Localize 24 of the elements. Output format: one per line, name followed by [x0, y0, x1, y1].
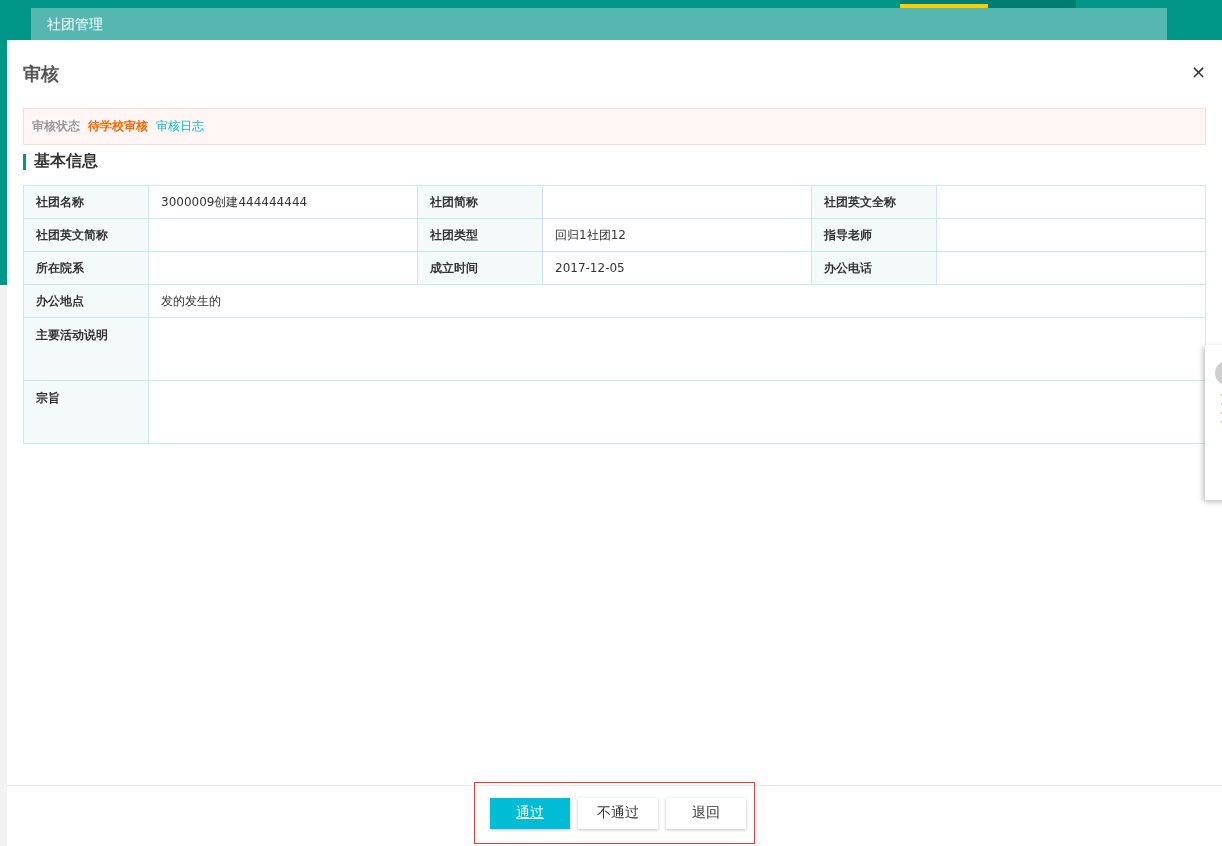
- field-label: 宗旨: [24, 381, 149, 444]
- field-value: 3000009创建444444444: [149, 186, 418, 219]
- field-label: 主要活动说明: [24, 318, 149, 381]
- status-label: 审核状态: [32, 118, 80, 135]
- section-title: 基本信息: [34, 151, 98, 172]
- field-label: 社团英文全称: [812, 186, 937, 219]
- field-value: 回归1社团12: [543, 219, 812, 252]
- field-value: 发的发生的: [149, 285, 1206, 318]
- field-label: 所在院系: [24, 252, 149, 285]
- field-label: 社团名称: [24, 186, 149, 219]
- field-label: 指导老师: [812, 219, 937, 252]
- dialog-title: 审核: [23, 62, 59, 86]
- field-label: 办公电话: [812, 252, 937, 285]
- field-label: 社团英文简称: [24, 219, 149, 252]
- field-label: 成立时间: [418, 252, 543, 285]
- section-marker: [23, 153, 26, 170]
- status-value: 待学校审核: [88, 118, 148, 135]
- field-value: 2017-12-05: [543, 252, 812, 285]
- action-button[interactable]: 退回: [666, 797, 746, 829]
- field-label: 办公地点: [24, 285, 149, 318]
- close-button[interactable]: ×: [1190, 62, 1206, 82]
- field-label: 社团类型: [418, 219, 543, 252]
- field-label: 社团简称: [418, 186, 543, 219]
- action-button[interactable]: 不通过: [578, 797, 658, 829]
